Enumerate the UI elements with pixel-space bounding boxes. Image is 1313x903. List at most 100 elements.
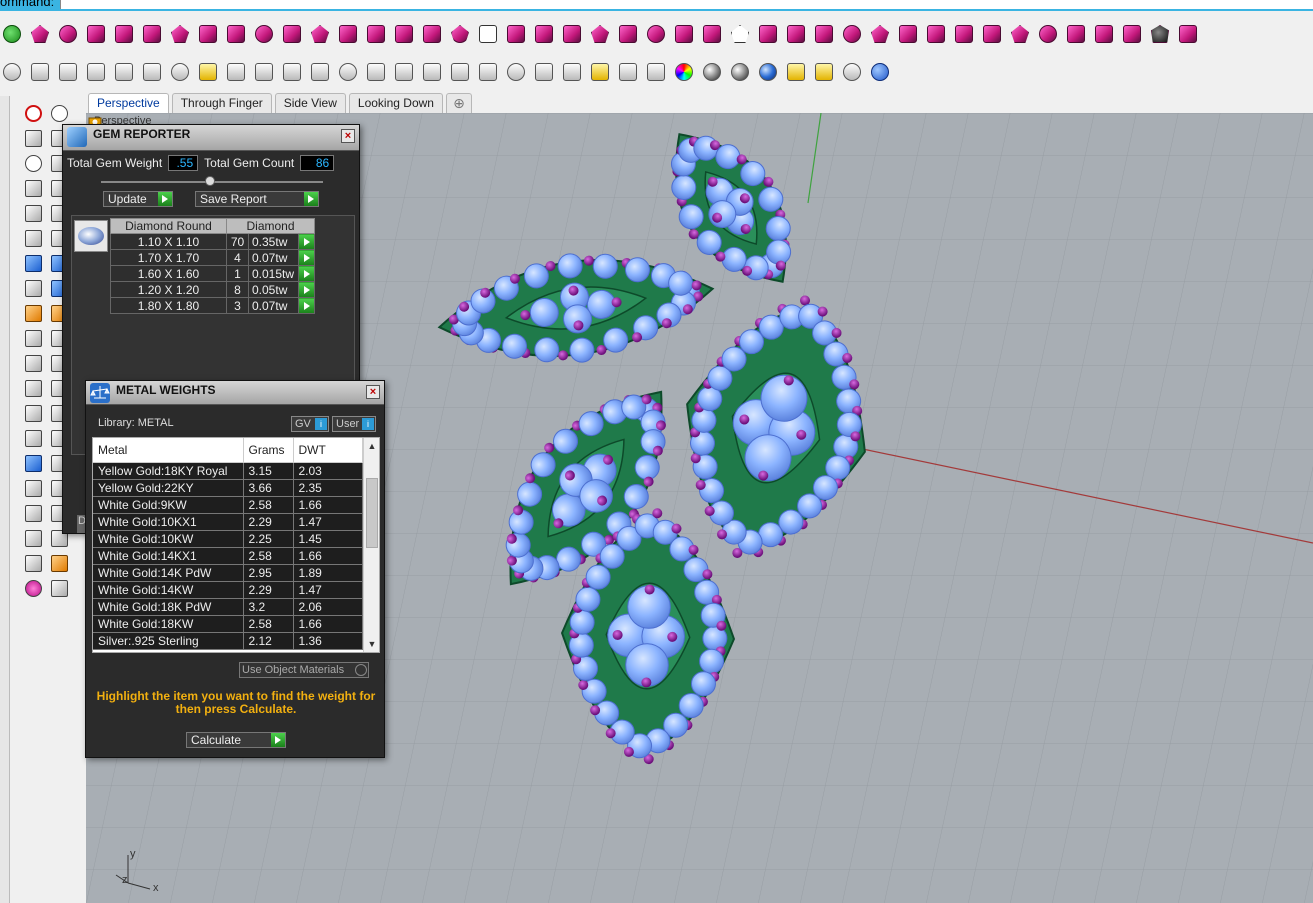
jewelry-tool-icon[interactable]	[896, 22, 920, 46]
blue-sphere-icon[interactable]	[756, 60, 780, 84]
jewelry-tool-icon[interactable]	[448, 22, 472, 46]
snap-icon[interactable]	[560, 60, 584, 84]
jewelry-tool-icon[interactable]	[1120, 22, 1144, 46]
jewelry-tool-icon[interactable]	[672, 22, 696, 46]
gv-toggle[interactable]: GV i	[291, 416, 329, 432]
pan-icon[interactable]	[252, 60, 276, 84]
modeling-tool-icon[interactable]	[22, 552, 44, 574]
gem-slider[interactable]	[101, 176, 323, 186]
metal-weights-titlebar[interactable]: METAL WEIGHTS ×	[86, 381, 384, 405]
select-gems-button[interactable]	[298, 297, 315, 314]
user-toggle[interactable]: User i	[332, 416, 376, 432]
jewelry-tool-icon[interactable]	[280, 22, 304, 46]
rotate-view-icon[interactable]	[420, 60, 444, 84]
jewelry-tool-icon[interactable]	[364, 22, 388, 46]
jewelry-tool-icon[interactable]	[728, 22, 752, 46]
clock-icon[interactable]	[532, 60, 556, 84]
modeling-tool-icon[interactable]	[22, 102, 44, 124]
metal-row[interactable]: Yellow Gold:22KY 3.66 2.35	[93, 479, 363, 497]
jewelry-tool-icon[interactable]	[1148, 22, 1172, 46]
layer-color-icon[interactable]	[644, 60, 668, 84]
gem-row[interactable]: 1.10 X 1.10 70 0.35tw	[110, 233, 315, 250]
use-object-materials-toggle[interactable]: Use Object Materials	[239, 662, 369, 678]
modeling-tool-icon[interactable]	[22, 177, 44, 199]
select-gems-button[interactable]	[298, 281, 315, 298]
jewelry-tool-icon[interactable]	[644, 22, 668, 46]
close-icon[interactable]: ×	[366, 385, 380, 399]
zoom-extents-icon[interactable]	[364, 60, 388, 84]
tab-perspective[interactable]: Perspective	[88, 93, 169, 113]
car-icon[interactable]	[476, 60, 500, 84]
jewelry-tool-icon[interactable]	[224, 22, 248, 46]
paste-icon[interactable]	[196, 60, 220, 84]
command-input[interactable]	[60, 0, 1313, 9]
modeling-tool-icon[interactable]	[48, 552, 70, 574]
copy-icon[interactable]	[168, 60, 192, 84]
eye-icon[interactable]	[504, 60, 528, 84]
jewelry-tool-icon[interactable]	[1008, 22, 1032, 46]
jewelry-tool-icon[interactable]	[840, 22, 864, 46]
rendered-sphere-icon[interactable]	[728, 60, 752, 84]
modeling-tool-icon[interactable]	[22, 427, 44, 449]
add-viewport-tab-icon[interactable]: ⊕	[445, 93, 472, 113]
jewelry-tool-icon[interactable]	[784, 22, 808, 46]
jewelry-tool-icon[interactable]	[56, 22, 80, 46]
jewelry-tool-icon[interactable]	[700, 22, 724, 46]
gem-row[interactable]: 1.20 X 1.20 8 0.05tw	[110, 281, 315, 298]
modeling-tool-icon[interactable]	[22, 327, 44, 349]
save-report-button[interactable]: Save Report	[195, 191, 319, 207]
modeling-tool-icon[interactable]	[48, 102, 70, 124]
zoom-window-icon[interactable]	[336, 60, 360, 84]
jewelry-tool-icon[interactable]	[112, 22, 136, 46]
jewelry-tool-icon[interactable]	[560, 22, 584, 46]
modeling-tool-icon[interactable]	[22, 127, 44, 149]
metal-row[interactable]: White Gold:14KW 2.29 1.47	[93, 581, 363, 599]
help-icon[interactable]	[868, 60, 892, 84]
metal-row[interactable]: Yellow Gold:18KY Royal 3.15 2.03	[93, 462, 363, 480]
col-grams[interactable]: Grams	[243, 438, 294, 463]
modeling-tool-icon[interactable]	[22, 502, 44, 524]
jewelry-tool-icon[interactable]	[812, 22, 836, 46]
metal-row[interactable]: White Gold:14KX1 2.58 1.66	[93, 547, 363, 565]
modeling-tool-icon[interactable]	[22, 402, 44, 424]
jewelry-tool-icon[interactable]	[196, 22, 220, 46]
save-icon[interactable]	[56, 60, 80, 84]
metal-table-scrollbar[interactable]: ▲ ▼	[363, 438, 379, 652]
jewelry-tool-icon[interactable]	[140, 22, 164, 46]
modeling-tool-icon[interactable]	[22, 352, 44, 374]
tab-through-finger[interactable]: Through Finger	[171, 93, 272, 113]
calculate-button[interactable]: Calculate	[186, 732, 286, 748]
jewelry-tool-icon[interactable]	[420, 22, 444, 46]
update-button[interactable]: Update	[103, 191, 173, 207]
pointer-icon[interactable]	[784, 60, 808, 84]
jewelry-tool-icon[interactable]	[28, 22, 52, 46]
jewelry-tool-icon[interactable]	[504, 22, 528, 46]
rotate-icon[interactable]	[280, 60, 304, 84]
tab-side-view[interactable]: Side View	[274, 93, 346, 113]
gem-row[interactable]: 1.60 X 1.60 1 0.015tw	[110, 265, 315, 282]
metal-row[interactable]: White Gold:10KX1 2.29 1.47	[93, 513, 363, 531]
run-script-icon[interactable]	[0, 22, 24, 46]
modeling-tool-icon[interactable]	[22, 527, 44, 549]
jewelry-tool-icon[interactable]	[980, 22, 1004, 46]
close-icon[interactable]: ×	[341, 129, 355, 143]
scroll-up-icon[interactable]: ▲	[364, 438, 379, 454]
jewelry-tool-icon[interactable]	[1064, 22, 1088, 46]
metal-row[interactable]: White Gold:18KW 2.58 1.66	[93, 615, 363, 633]
viewport-layout-icon[interactable]	[448, 60, 472, 84]
modeling-tool-icon[interactable]	[22, 377, 44, 399]
gem-row[interactable]: 1.70 X 1.70 4 0.07tw	[110, 249, 315, 266]
open-icon[interactable]	[28, 60, 52, 84]
modeling-tool-icon[interactable]	[22, 452, 44, 474]
jewelry-tool-icon[interactable]	[756, 22, 780, 46]
modeling-tool-icon[interactable]	[22, 302, 44, 324]
jewelry-tool-icon[interactable]	[924, 22, 948, 46]
jewelry-tool-icon[interactable]	[1092, 22, 1116, 46]
round-diamond-thumbnail[interactable]	[74, 220, 108, 252]
modeling-tool-icon[interactable]	[22, 227, 44, 249]
gear-icon[interactable]	[812, 60, 836, 84]
undo-icon[interactable]	[224, 60, 248, 84]
zoom-icon[interactable]	[308, 60, 332, 84]
col-metal[interactable]: Metal	[93, 438, 244, 463]
modeling-tool-icon[interactable]	[22, 277, 44, 299]
